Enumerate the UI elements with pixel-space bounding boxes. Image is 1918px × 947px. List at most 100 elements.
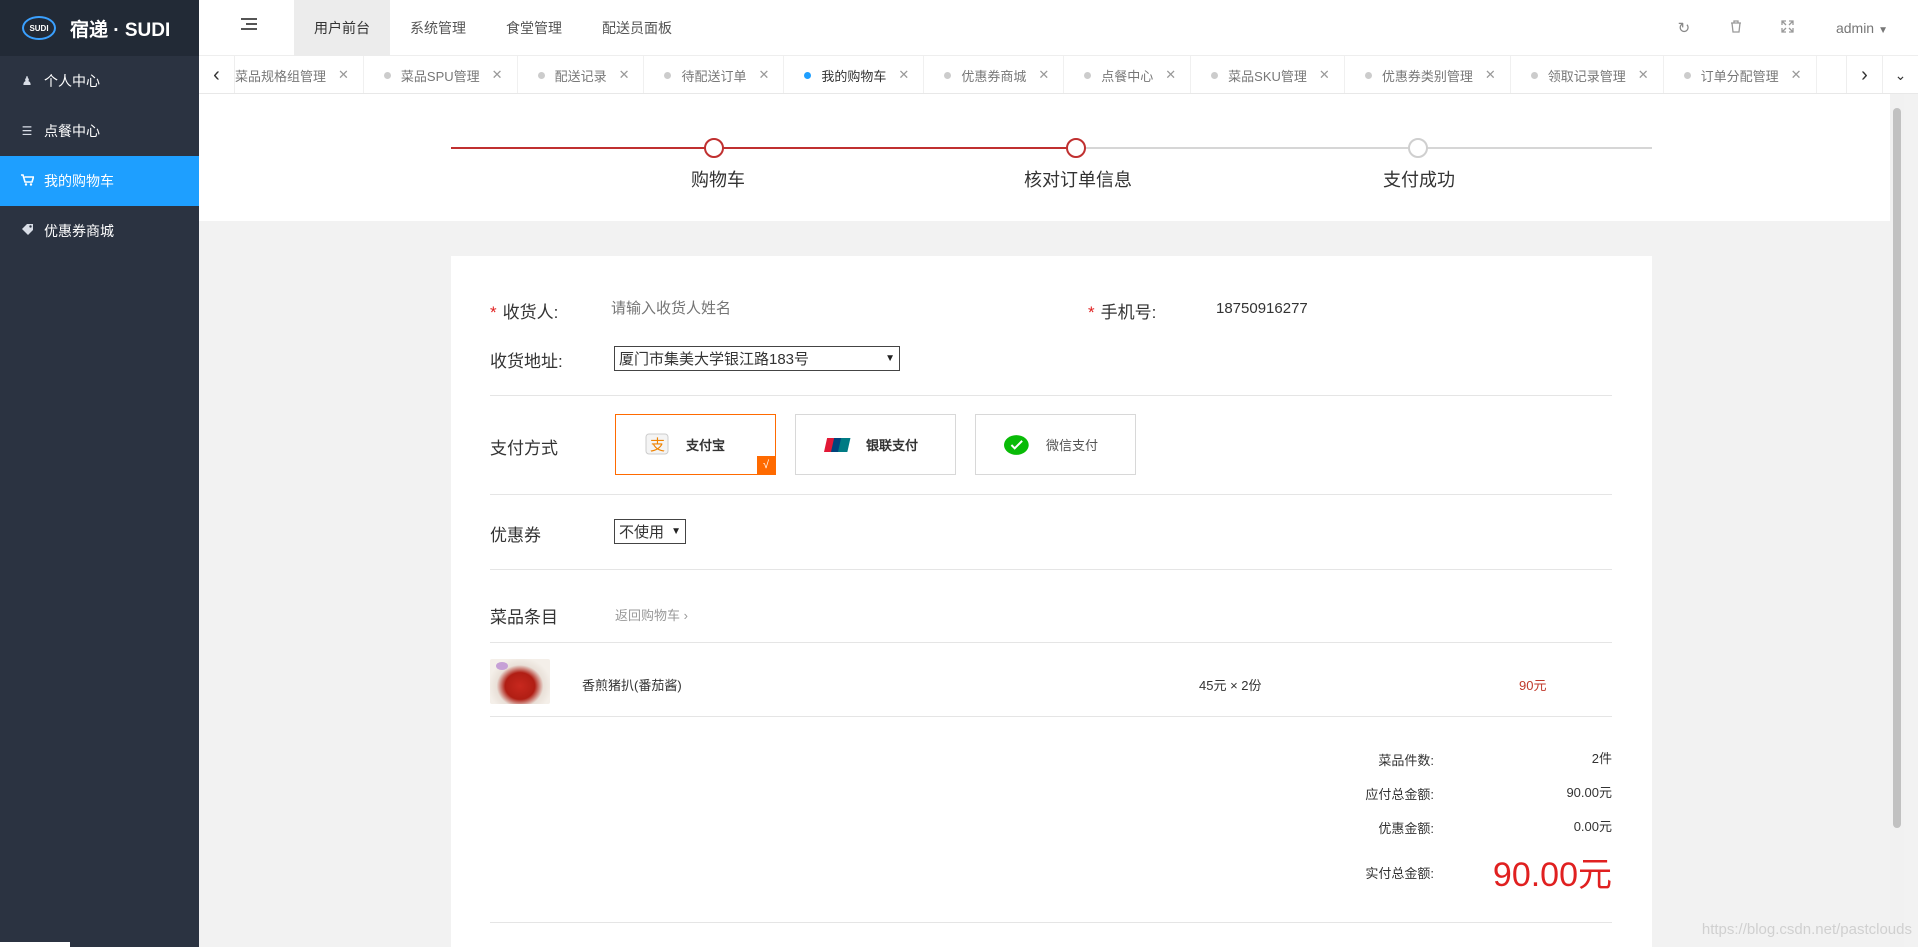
chevron-down-icon: ▼ (1878, 25, 1888, 36)
tab-delivery-records[interactable]: 配送记录 ✕ (518, 56, 645, 93)
sidebar-item-coupons[interactable]: 优惠券商城 (0, 206, 199, 256)
top-nav-courier[interactable]: 配送员面板 (582, 0, 692, 56)
refresh-icon[interactable]: ↻ (1658, 19, 1710, 37)
tab-label: 菜品SKU管理 (1228, 68, 1307, 84)
dish-subtotal: 90元 (1519, 678, 1547, 693)
tab-dot-icon (1211, 71, 1219, 79)
divider (490, 569, 1612, 570)
close-icon[interactable]: ✕ (1038, 67, 1049, 83)
app-logo[interactable]: SUDI 宿递 · SUDI (0, 0, 199, 56)
cart-icon (20, 173, 35, 189)
step-3-label: 支付成功 (1383, 170, 1455, 190)
payment-wechat-button[interactable]: 微信支付 (975, 414, 1136, 475)
tab-coupon-mall[interactable]: 优惠券商城 ✕ (924, 56, 1065, 93)
top-header: 用户前台 系统管理 食堂管理 配送员面板 ↻ admin ▼ (199, 0, 1918, 56)
divider (490, 642, 1612, 643)
tabs-menu-chevron-down-icon[interactable]: ⌄ (1882, 56, 1918, 93)
top-nav-system[interactable]: 系统管理 (390, 0, 486, 56)
tab-dot-icon (1084, 71, 1092, 79)
item-count-value: 2件 (1591, 751, 1612, 766)
receiver-name-input[interactable] (611, 294, 971, 322)
app-title: 宿递 · SUDI (70, 19, 171, 41)
payment-alipay-button[interactable]: 支 支付宝 √ (615, 414, 776, 475)
sidebar: SUDI 宿递 · SUDI ♟ 个人中心 ☰ 点餐中心 我的购物车 优惠券商城 (0, 0, 199, 947)
item-count-label: 菜品件数: (1378, 753, 1434, 768)
payment-label: 微信支付 (1046, 438, 1099, 453)
receiver-label: * 收货人: (490, 303, 559, 322)
dish-name: 香煎猪扒(番茄酱) (582, 678, 682, 693)
tab-coupon-category[interactable]: 优惠券类别管理 ✕ (1345, 56, 1511, 93)
actual-total-label: 实付总金额: (1365, 866, 1434, 881)
close-icon[interactable]: ✕ (1165, 67, 1176, 83)
divider (490, 922, 1612, 923)
payable-label: 应付总金额: (1365, 787, 1434, 802)
tab-claim-records[interactable]: 领取记录管理 ✕ (1511, 56, 1664, 93)
coupon-select[interactable]: 不使用 ▼ (614, 519, 686, 544)
tab-label: 菜品SPU管理 (400, 68, 480, 84)
divider (490, 395, 1612, 396)
tab-label: 点餐中心 (1101, 68, 1154, 84)
chevron-down-icon: ▼ (885, 353, 895, 364)
tab-dot-icon (383, 71, 391, 79)
close-icon[interactable]: ✕ (338, 67, 349, 83)
tab-pending-orders[interactable]: 待配送订单 ✕ (644, 56, 785, 93)
back-to-cart-link[interactable]: 返回购物车 › (615, 605, 688, 624)
close-icon[interactable]: ✕ (1638, 67, 1649, 83)
tab-my-cart[interactable]: 我的购物车 ✕ (784, 56, 925, 93)
tab-sku[interactable]: 菜品SKU管理 ✕ (1191, 56, 1345, 93)
tab-label: 优惠券商城 (961, 68, 1027, 84)
user-name: admin (1835, 20, 1875, 36)
sidebar-item-cart[interactable]: 我的购物车 (0, 156, 199, 206)
close-icon[interactable]: ✕ (1485, 67, 1496, 83)
menu-toggle-icon[interactable] (241, 18, 257, 32)
tag-icon (20, 223, 34, 239)
scrollbar-thumb[interactable] (1893, 108, 1901, 828)
tab-spu[interactable]: 菜品SPU管理 ✕ (364, 56, 518, 93)
checkmark-icon: √ (757, 456, 775, 474)
close-icon[interactable]: ✕ (492, 67, 503, 83)
tab-label: 订单分配管理 (1700, 68, 1779, 84)
payment-unionpay-button[interactable]: 银联支付 (795, 414, 956, 475)
close-icon[interactable]: ✕ (1791, 67, 1802, 83)
page-tabs: ‹ 菜品规格组管理 ✕ 菜品SPU管理 ✕ 配送记录 ✕ 待配送订单 ✕ 我的购物车 ✕ … (199, 56, 1918, 94)
top-nav-canteen[interactable]: 食堂管理 (486, 0, 582, 56)
step-3-dot (1408, 138, 1428, 158)
close-icon[interactable]: ✕ (898, 67, 909, 83)
close-icon[interactable]: ✕ (1319, 67, 1330, 83)
close-icon[interactable]: ✕ (619, 67, 630, 83)
trash-icon[interactable] (1710, 19, 1762, 37)
payable-value: 90.00元 (1566, 785, 1612, 800)
discount-label: 优惠金额: (1378, 821, 1434, 836)
fullscreen-icon[interactable] (1762, 19, 1814, 37)
tabs-scroll-right-icon[interactable]: › (1846, 56, 1882, 93)
divider (490, 494, 1612, 495)
sidebar-item-profile[interactable]: ♟ 个人中心 (0, 56, 199, 106)
address-select[interactable]: 厦门市集美大学银江路183号 ▼ (614, 346, 900, 371)
payment-label: 银联支付 (866, 438, 919, 453)
payment-method-label: 支付方式 (490, 439, 558, 458)
sidebar-item-label: 优惠券商城 (44, 223, 114, 239)
dish-image (490, 659, 550, 704)
svg-text:支: 支 (650, 436, 665, 454)
tab-dot-icon (1683, 71, 1691, 79)
phone-value[interactable]: 18750916277 (1216, 300, 1308, 317)
items-label: 菜品条目 (490, 608, 558, 627)
top-nav-user-front[interactable]: 用户前台 (294, 0, 390, 56)
tab-dot-icon (537, 71, 545, 79)
tab-dot-icon (1364, 71, 1372, 79)
coupon-label: 优惠券 (490, 526, 541, 545)
vertical-scrollbar[interactable] (1890, 94, 1904, 947)
header-tools: ↻ admin ▼ (1658, 0, 1888, 56)
logo-badge-icon: SUDI (22, 16, 56, 40)
step-1-dot (704, 138, 724, 158)
unionpay-icon (824, 432, 852, 458)
close-icon[interactable]: ✕ (759, 67, 770, 83)
tab-label: 优惠券类别管理 (1381, 68, 1473, 84)
tabs-scroll-left-icon[interactable]: ‹ (199, 56, 235, 93)
sidebar-item-ordering[interactable]: ☰ 点餐中心 (0, 106, 199, 156)
tab-ordering-center[interactable]: 点餐中心 ✕ (1064, 56, 1192, 93)
tab-spec-group[interactable]: 菜品规格组管理 ✕ (235, 56, 364, 93)
list-icon: ☰ (21, 124, 33, 138)
tab-order-assignment[interactable]: 订单分配管理 ✕ (1664, 56, 1817, 93)
user-menu[interactable]: admin ▼ (1836, 20, 1888, 36)
